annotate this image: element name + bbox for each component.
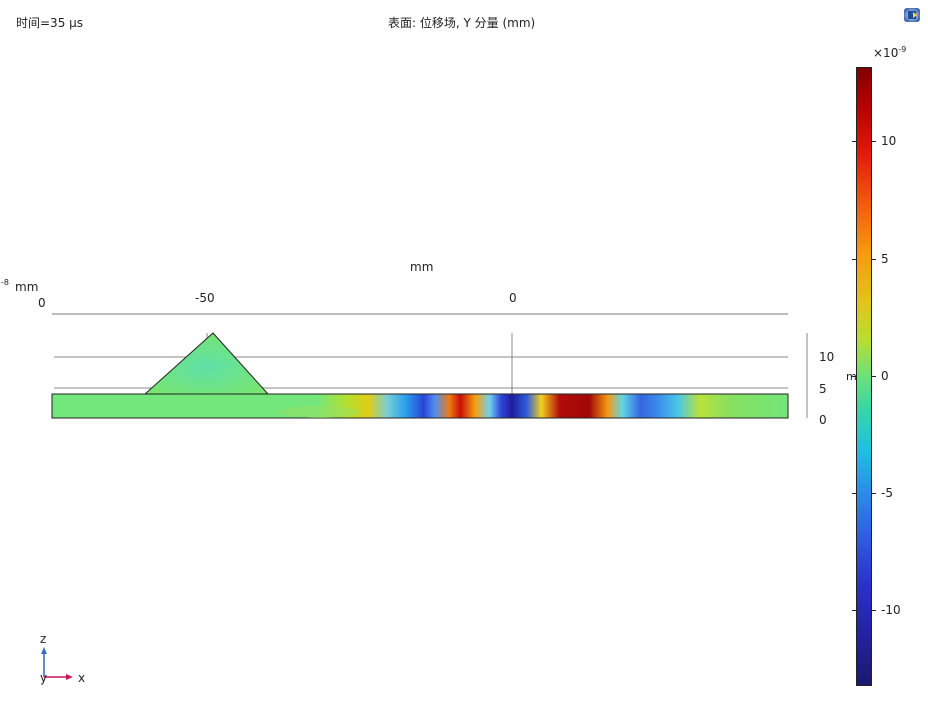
- colorbar-tick: [872, 141, 876, 142]
- colorbar-label: -5: [881, 486, 893, 500]
- colorbar-multiplier-exponent: -9: [898, 45, 907, 54]
- plate-domain[interactable]: [51, 393, 789, 419]
- colorbar-tick: [852, 610, 856, 611]
- colorbar-label: 5: [881, 252, 889, 266]
- wedge-transducer[interactable]: [143, 332, 270, 395]
- x-tick-label: 0: [509, 291, 517, 305]
- triad-y-label: y: [40, 671, 48, 685]
- colorbar-label: 0: [881, 369, 889, 383]
- colorbar-tick: [872, 376, 876, 377]
- triad-z-arrowhead: [41, 647, 47, 654]
- colorbar-tick: [852, 259, 856, 260]
- colorbar-label: -10: [881, 603, 901, 617]
- colorbar-multiplier-base: ×10: [873, 46, 899, 60]
- x-tick-label: -50: [195, 291, 215, 305]
- triad-x-arrowhead: [66, 674, 73, 680]
- colorbar-tick: [852, 376, 856, 377]
- z-tick-label: 5: [819, 382, 827, 396]
- colorbar-tick: [852, 493, 856, 494]
- colorbar-tick: [872, 610, 876, 611]
- z-tick-label: 0: [819, 413, 827, 427]
- colorbar-tick: [852, 141, 856, 142]
- color-legend-bar[interactable]: [856, 67, 872, 686]
- colorbar-multiplier: ×10-9: [873, 45, 906, 60]
- left-axis-unit: mm: [15, 280, 38, 294]
- triad-x-label: x: [78, 671, 86, 685]
- model-viewport[interactable]: mm -50 0 -8 mm 0 10 5 0 m: [0, 0, 928, 722]
- z-tick-label: 10: [819, 350, 834, 364]
- left-axis-tick: 0: [38, 296, 46, 310]
- x-axis-unit: mm: [410, 260, 433, 274]
- triad-z-label: z: [40, 632, 47, 646]
- plate-shade: [280, 406, 360, 418]
- colorbar-tick: [872, 493, 876, 494]
- colorbar-tick: [872, 259, 876, 260]
- left-axis-exponent: -8: [1, 278, 9, 287]
- colorbar-label: 10: [881, 134, 897, 148]
